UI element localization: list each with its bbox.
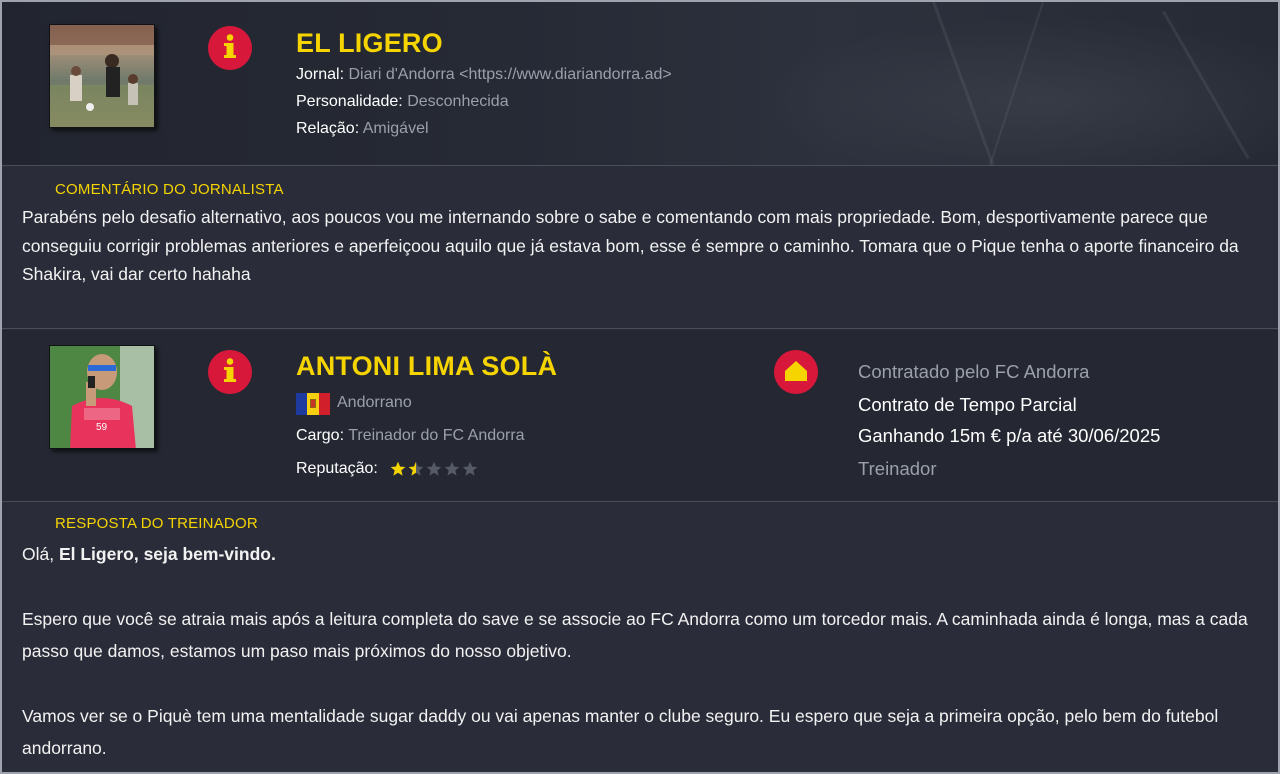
reputation-star-icon [462,461,478,477]
journalist-info-icon[interactable] [208,26,252,70]
relation-line: Relação: Amigável [296,120,429,138]
personality-label: Personalidade: [296,93,403,110]
journalist-photo [49,24,155,128]
header-background-art [702,2,1278,165]
hired-by-text: Contratado pelo FC Andorra [858,361,1090,382]
press-conference-panel: EL LIGERO Jornal: Diari d'Andorra <https… [0,0,1280,774]
journal-line: Jornal: Diari d'Andorra <https://www.dia… [296,66,672,84]
journal-label: Jornal: [296,66,345,83]
contract-type-text: Contrato de Tempo Parcial [858,394,1077,415]
journal-value[interactable]: Diari d'Andorra <https://www.diariandorr… [348,66,671,83]
manager-response-section: RESPOSTA DO TREINADOR Olá, El Ligero, se… [2,503,1278,772]
response-paragraph-1: Espero que você se atraia mais após a le… [22,609,1248,661]
club-home-icon[interactable] [774,350,818,394]
reputation-star-icon [444,461,460,477]
role-line: Cargo: Treinador do FC Andorra [296,427,525,445]
response-paragraph-2: Vamos ver se o Piquè tem uma mentalidade… [22,706,1219,758]
manager-photo: 59 [49,345,155,449]
personality-value: Desconhecida [407,93,509,110]
relation-value: Amigável [362,120,429,137]
manager-name: ANTONI LIMA SOLÀ [296,351,558,381]
reputation-star-icon [426,461,442,477]
manager-header: 59 ANTONI LIMA SOLÀ Andorrano Cargo: Tre… [2,330,1278,502]
journalist-comment-section: COMENTÁRIO DO JORNALISTA Parabéns pelo d… [2,167,1278,329]
andorra-flag-icon [296,393,330,415]
journalist-name: EL LIGERO [296,28,443,58]
greeting-plain: Olá, [22,544,59,564]
reputation-label: Reputação: [296,460,378,477]
comment-section-title: COMENTÁRIO DO JORNALISTA [55,181,284,198]
position-text: Treinador [858,458,937,479]
nationality-text: Andorrano [337,394,412,411]
greeting-bold: El Ligero, seja bem-vindo. [58,544,276,564]
response-greeting: Olá, El Ligero, seja bem-vindo. [22,540,1270,569]
role-value[interactable]: Treinador do FC Andorra [348,427,524,444]
comment-text: Parabéns pelo desafio alternativo, aos p… [22,207,1239,284]
reputation-stars [390,461,478,477]
manager-info-icon[interactable] [208,350,252,394]
reputation-star-icon [390,461,406,477]
relation-label: Relação: [296,120,360,137]
personality-line: Personalidade: Desconhecida [296,93,509,111]
salary-text: Ganhando 15m € p/a até 30/06/2025 [858,425,1161,446]
response-section-title: RESPOSTA DO TREINADOR [55,515,258,532]
journalist-header: EL LIGERO Jornal: Diari d'Andorra <https… [2,2,1278,166]
role-label: Cargo: [296,427,345,444]
svg-text:59: 59 [96,422,108,433]
reputation-star-icon [408,461,424,477]
